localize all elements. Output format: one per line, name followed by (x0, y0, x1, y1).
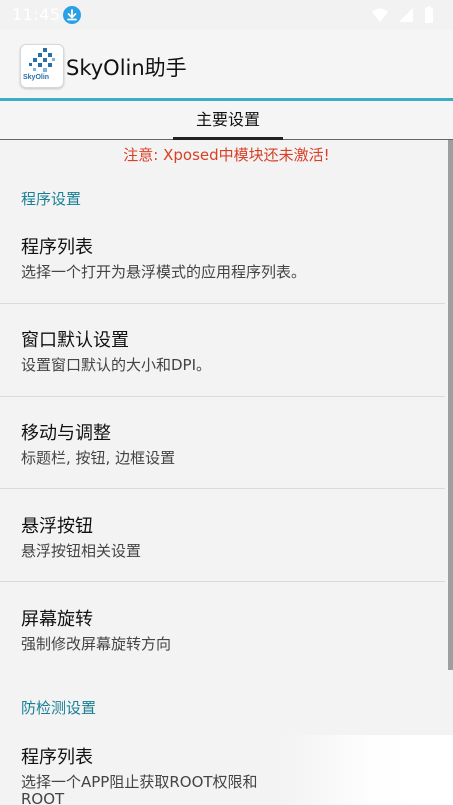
pref-title: 程序列表 (21, 747, 93, 768)
app-title: SkyOlin助手 (66, 56, 187, 80)
divider (0, 488, 445, 489)
battery-icon (423, 6, 441, 24)
pref-title: 屏幕旋转 (21, 609, 93, 630)
bottom-fade-overlay (283, 735, 453, 805)
divider (0, 581, 445, 582)
signal-icon (397, 6, 415, 24)
xposed-warning: 注意: Xposed中模块还未激活! (123, 146, 330, 164)
wifi-icon (371, 6, 389, 24)
pref-title: 移动与调整 (21, 423, 111, 444)
pref-summary: 悬浮按钮相关设置 (21, 542, 142, 560)
pref-app-list[interactable]: 程序列表 选择一个打开为悬浮模式的应用程序列表。 (0, 228, 445, 302)
pref-summary: 设置窗口默认的大小和DPI。 (21, 356, 212, 374)
app-logo-text: SkyOlin (23, 74, 50, 81)
pref-move-resize[interactable]: 移动与调整 标题栏, 按钮, 边框设置 (0, 414, 445, 488)
tab-bar: 主要设置 (0, 101, 453, 140)
pref-window-defaults[interactable]: 窗口默认设置 设置窗口默认的大小和DPI。 (0, 321, 445, 395)
pref-summary: 选择一个打开为悬浮模式的应用程序列表。 (21, 263, 307, 281)
pref-summary: 强制修改屏幕旋转方向 (21, 635, 172, 653)
app-bar: SkyOlin SkyOlin助手 (0, 30, 453, 101)
status-time: 11:45 (12, 5, 61, 24)
status-bar: 11:45 (0, 0, 453, 30)
pref-screen-rotation[interactable]: 屏幕旋转 强制修改屏幕旋转方向 (0, 600, 445, 674)
tab-main-settings[interactable]: 主要设置 (173, 101, 283, 139)
divider (0, 303, 445, 304)
divider (0, 396, 445, 397)
pref-title: 程序列表 (21, 237, 93, 258)
section-header-app: 程序设置 (21, 190, 82, 208)
pref-title: 窗口默认设置 (21, 330, 129, 351)
download-icon (63, 6, 81, 24)
pref-summary-line2: ROOT (21, 790, 65, 805)
settings-list[interactable]: 注意: Xposed中模块还未激活! 程序设置 程序列表 选择一个打开为悬浮模式… (0, 140, 453, 805)
pref-floating-button[interactable]: 悬浮按钮 悬浮按钮相关设置 (0, 507, 445, 581)
section-header-anti-detect: 防检测设置 (21, 699, 97, 717)
app-logo-icon: SkyOlin (20, 44, 64, 88)
pref-summary: 选择一个APP阻止获取ROOT权限和 (21, 773, 258, 791)
pref-title: 悬浮按钮 (21, 516, 93, 537)
pref-summary: 标题栏, 按钮, 边框设置 (21, 449, 176, 467)
scrollbar[interactable] (448, 140, 453, 670)
